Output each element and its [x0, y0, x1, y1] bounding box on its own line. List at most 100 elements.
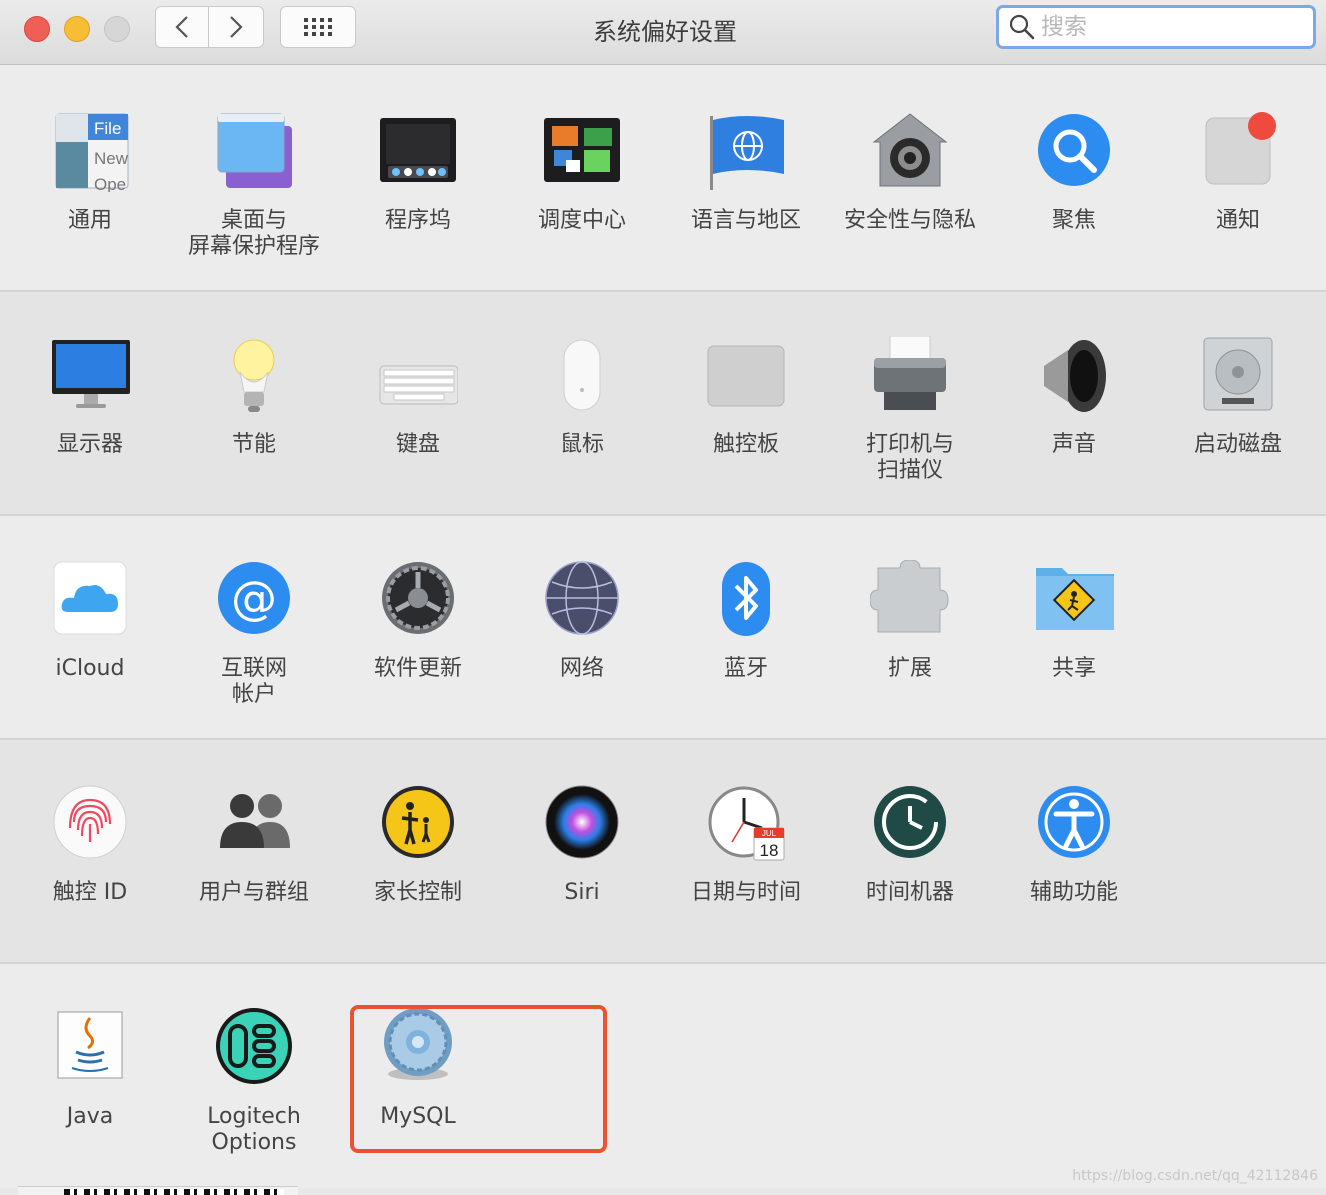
pane-startup-disk[interactable]: 启动磁盘 — [1156, 336, 1320, 458]
zoom-window-button[interactable] — [104, 16, 130, 42]
software-update-icon — [378, 560, 458, 640]
pane-accessibility[interactable]: 辅助功能 — [992, 784, 1156, 906]
chevron-right-icon — [230, 16, 243, 38]
pane-network[interactable]: 网络 — [500, 560, 664, 682]
pane-label: 桌面与 屏幕保护程序 — [187, 208, 320, 259]
pane-label: 程序坞 — [384, 208, 451, 233]
search-icon — [1009, 14, 1035, 40]
pane-label: 用户与群组 — [198, 880, 309, 905]
pane-label: Logitech Options — [207, 1104, 301, 1155]
pane-software-update[interactable]: 软件更新 — [336, 560, 500, 682]
security-privacy-icon — [870, 112, 950, 192]
pane-label: 共享 — [1051, 656, 1096, 681]
notifications-icon — [1198, 112, 1278, 192]
pane-label: Siri — [564, 880, 600, 905]
pane-security-privacy[interactable]: 安全性与隐私 — [828, 112, 992, 234]
network-icon — [542, 560, 622, 640]
pane-internet-accounts[interactable]: @ 互联网 帐户 — [172, 560, 336, 708]
qr-code-fragment — [64, 1189, 284, 1195]
pane-label: 互联网 帐户 — [220, 656, 287, 707]
users-groups-icon — [214, 784, 294, 864]
startup-disk-icon — [1198, 336, 1278, 416]
pane-sharing[interactable]: 共享 — [992, 560, 1156, 682]
minimize-window-button[interactable] — [64, 16, 90, 42]
pane-label: 显示器 — [56, 432, 123, 457]
dock-icon — [378, 112, 458, 192]
java-icon — [50, 1008, 130, 1088]
pane-general[interactable]: File New Ope 通用 — [8, 112, 172, 234]
pane-label: 扩展 — [887, 656, 932, 681]
pane-mouse[interactable]: 鼠标 — [500, 336, 664, 458]
chevron-left-icon — [175, 16, 188, 38]
forward-button[interactable] — [209, 6, 264, 48]
pane-desktop-screensaver[interactable]: 桌面与 屏幕保护程序 — [172, 112, 336, 260]
trackpad-icon — [706, 336, 786, 416]
mouse-icon — [542, 336, 622, 416]
svg-text:18: 18 — [760, 841, 779, 860]
spotlight-icon — [1034, 112, 1114, 192]
pane-label: 日期与时间 — [690, 880, 801, 905]
accessibility-icon — [1034, 784, 1114, 864]
pane-label: 时间机器 — [865, 880, 954, 905]
pane-label: 声音 — [1051, 432, 1096, 457]
pane-label: 网络 — [559, 656, 604, 681]
pane-touch-id[interactable]: 触控 ID — [8, 784, 172, 906]
pane-trackpad[interactable]: 触控板 — [664, 336, 828, 458]
pane-dock[interactable]: 程序坞 — [336, 112, 500, 234]
window-title: 系统偏好设置 — [593, 18, 737, 46]
pane-parental-controls[interactable]: 家长控制 — [336, 784, 500, 906]
search-field[interactable] — [996, 5, 1316, 49]
close-window-button[interactable] — [24, 16, 50, 42]
svg-text:New: New — [94, 149, 129, 168]
pane-mission-control[interactable]: 调度中心 — [500, 112, 664, 234]
pane-extensions[interactable]: 扩展 — [828, 559, 992, 682]
back-button[interactable] — [155, 6, 209, 48]
svg-text:Ope: Ope — [94, 175, 126, 192]
pane-label: 触控 ID — [52, 880, 128, 905]
mission-control-icon — [542, 112, 622, 192]
pane-siri[interactable]: Siri — [500, 784, 664, 906]
pane-notifications[interactable]: 通知 — [1156, 112, 1320, 234]
bluetooth-icon — [706, 560, 786, 640]
pane-label: 家长控制 — [373, 880, 462, 905]
pane-label: 打印机与 扫描仪 — [865, 432, 954, 483]
pane-displays[interactable]: 显示器 — [8, 336, 172, 458]
keyboard-icon — [378, 336, 459, 416]
pane-printers-scanners[interactable]: 打印机与 扫描仪 — [828, 335, 992, 484]
pane-label: 启动磁盘 — [1193, 432, 1282, 457]
pane-label: 语言与地区 — [690, 208, 801, 233]
show-all-button[interactable] — [280, 6, 356, 48]
pane-label: 节能 — [231, 432, 276, 457]
pane-date-time[interactable]: JUL 18 日期与时间 — [664, 784, 828, 906]
pane-label: 键盘 — [395, 432, 440, 457]
pane-language-region[interactable]: 语言与地区 — [664, 112, 828, 234]
pane-label: Java — [66, 1104, 114, 1129]
sound-icon — [1034, 336, 1114, 416]
pane-label: 聚焦 — [1051, 208, 1096, 233]
pane-keyboard[interactable]: 键盘 — [336, 336, 500, 458]
pane-users-groups[interactable]: 用户与群组 — [172, 784, 336, 906]
date-time-icon: JUL 18 — [706, 784, 786, 864]
title-bar: 系统偏好设置 — [0, 0, 1326, 65]
internet-accounts-icon: @ — [214, 560, 294, 640]
pane-icloud[interactable]: iCloud — [8, 560, 172, 682]
system-preferences-window: 系统偏好设置 File New Ope 通 — [0, 0, 1326, 1188]
watermark-text: https://blog.csdn.net/qq_42112846 — [1072, 1168, 1318, 1184]
pane-label: 调度中心 — [537, 208, 626, 233]
pane-label: 软件更新 — [373, 656, 462, 681]
pane-sound[interactable]: 声音 — [992, 336, 1156, 458]
pane-label: 蓝牙 — [723, 656, 768, 681]
pane-java[interactable]: Java — [8, 1008, 172, 1130]
pane-time-machine[interactable]: 时间机器 — [828, 784, 992, 906]
grid-icon — [304, 18, 332, 36]
svg-text:File: File — [94, 119, 121, 138]
pane-logitech-options[interactable]: Logitech Options — [172, 1008, 336, 1156]
search-input[interactable] — [1039, 13, 1293, 41]
displays-icon — [50, 336, 130, 416]
svg-text:JUL: JUL — [762, 829, 777, 838]
pane-label: 安全性与隐私 — [843, 208, 976, 233]
pane-spotlight[interactable]: 聚焦 — [992, 112, 1156, 234]
pane-energy-saver[interactable]: 节能 — [172, 336, 336, 458]
language-region-icon — [706, 112, 786, 192]
pane-bluetooth[interactable]: 蓝牙 — [664, 560, 828, 682]
